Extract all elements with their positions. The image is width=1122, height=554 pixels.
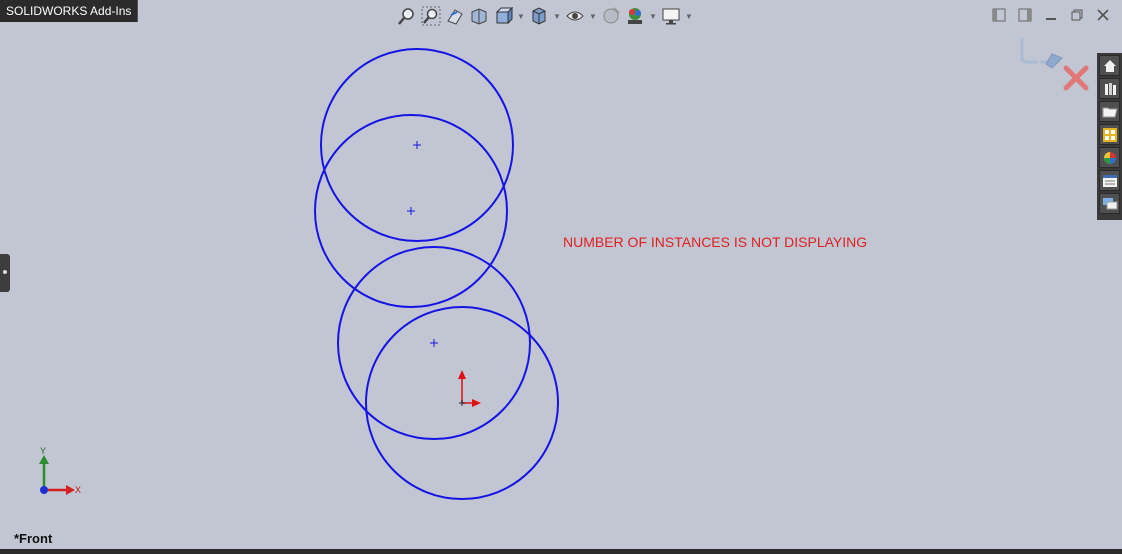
triad-x-label: X (75, 485, 81, 495)
graphics-area-bottom-border (0, 549, 1122, 554)
sketch-origin-icon[interactable] (458, 370, 481, 407)
circle-center-point-3[interactable] (430, 339, 438, 347)
sketch-canvas[interactable] (0, 0, 1122, 554)
circle-center-point-1[interactable] (413, 141, 421, 149)
annotation-note: NUMBER OF INSTANCES IS NOT DISPLAYING (563, 234, 868, 250)
view-orientation-label: *Front (14, 531, 53, 546)
circle-center-point-2[interactable] (407, 207, 415, 215)
reference-triad: Y X (30, 446, 90, 502)
triad-y-label: Y (40, 446, 46, 456)
